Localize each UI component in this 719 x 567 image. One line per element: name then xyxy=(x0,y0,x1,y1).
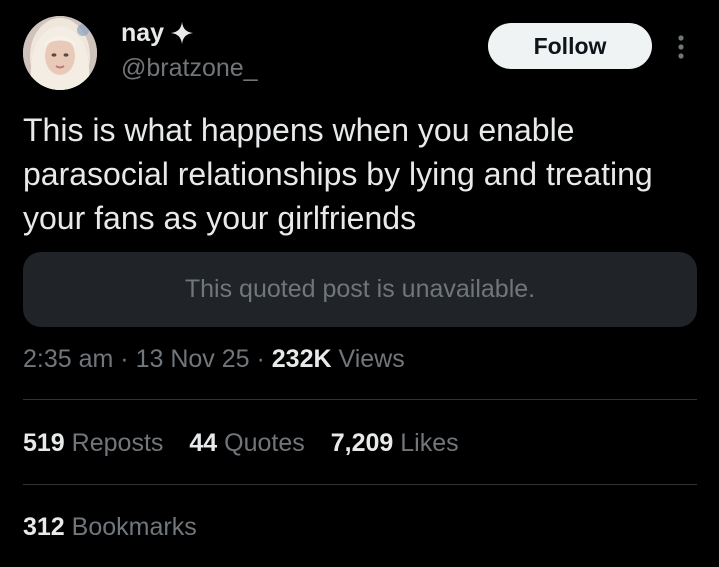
sparkle-icon xyxy=(171,22,194,44)
post-text: This is what happens when you enable par… xyxy=(23,112,653,236)
quotes-label: Quotes xyxy=(224,429,305,457)
likes-count: 7,209 xyxy=(330,429,394,457)
views-count: 232K xyxy=(271,345,332,373)
author-display-name: nay xyxy=(121,19,165,47)
meta-separator: · xyxy=(256,345,265,373)
quoted-post-unavailable: This quoted post is unavailable. xyxy=(23,252,697,327)
divider xyxy=(23,399,697,400)
reposts-count: 519 xyxy=(23,429,65,457)
quotes-count: 44 xyxy=(189,429,218,457)
author-handle[interactable]: @bratzone_ xyxy=(121,53,258,83)
reposts-label: Reposts xyxy=(71,429,164,457)
avatar-image xyxy=(23,16,97,90)
quoted-post-notice: This quoted post is unavailable. xyxy=(184,275,536,303)
engagement-stats: 519 Reposts 44 Quotes 7,209 Likes xyxy=(23,426,459,460)
post-time[interactable]: 2:35 am xyxy=(23,345,113,373)
divider xyxy=(23,484,697,485)
post-detail: nay @bratzone_ Follow This is what happe… xyxy=(0,0,719,567)
more-vertical-icon[interactable] xyxy=(671,33,691,61)
reposts-stat[interactable]: 519 Reposts xyxy=(23,426,163,460)
follow-button[interactable]: Follow xyxy=(488,23,652,69)
post-meta: 2:35 am · 13 Nov 25 · 232K Views xyxy=(23,342,405,376)
bookmarks-stat[interactable]: 312 Bookmarks xyxy=(23,510,197,544)
post-date[interactable]: 13 Nov 25 xyxy=(136,345,250,373)
bookmarks-count: 312 xyxy=(23,513,65,541)
likes-label: Likes xyxy=(400,429,459,457)
meta-separator: · xyxy=(120,345,129,373)
author-name[interactable]: nay xyxy=(121,18,194,48)
likes-stat[interactable]: 7,209 Likes xyxy=(331,426,459,460)
views-label: Views xyxy=(338,345,405,373)
avatar[interactable] xyxy=(23,16,97,90)
quotes-stat[interactable]: 44 Quotes xyxy=(189,426,304,460)
bookmarks-label: Bookmarks xyxy=(71,513,197,541)
